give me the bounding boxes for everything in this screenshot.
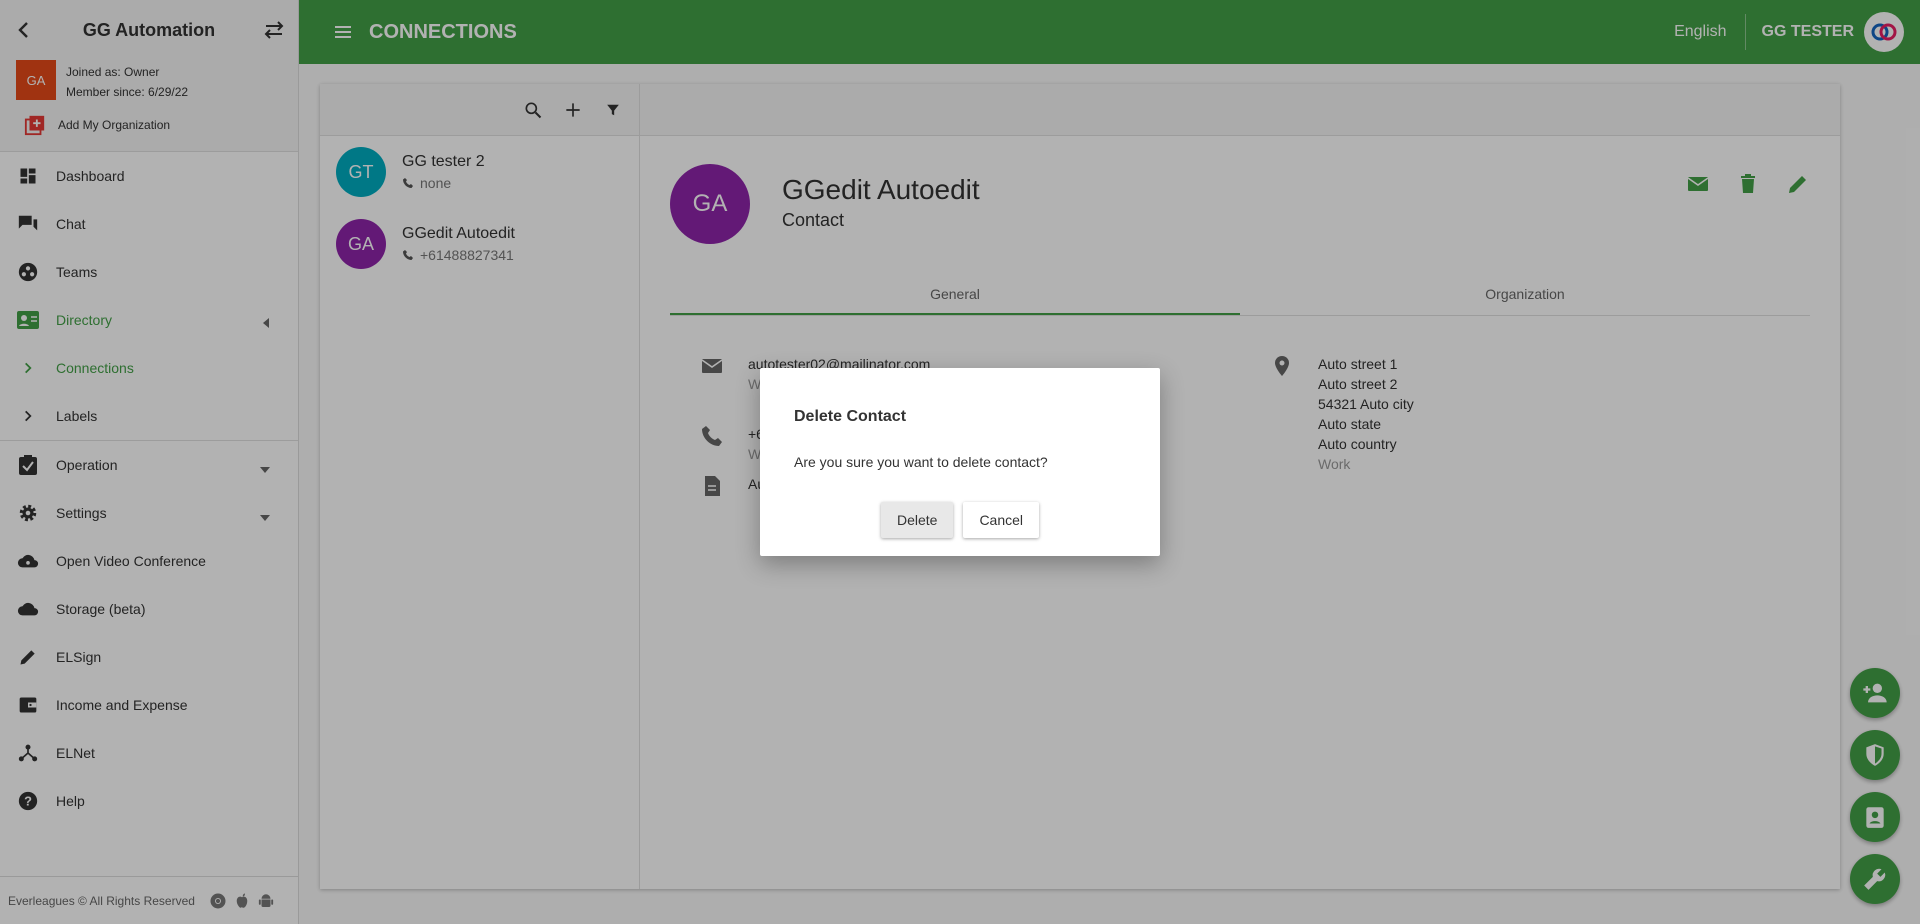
delete-contact-dialog: Delete Contact Are you sure you want to … bbox=[760, 368, 1160, 556]
dialog-title: Delete Contact bbox=[794, 408, 907, 425]
delete-button[interactable]: Delete bbox=[880, 502, 954, 538]
cancel-button[interactable]: Cancel bbox=[963, 502, 1040, 538]
dialog-message: Are you sure you want to delete contact? bbox=[794, 454, 1048, 470]
